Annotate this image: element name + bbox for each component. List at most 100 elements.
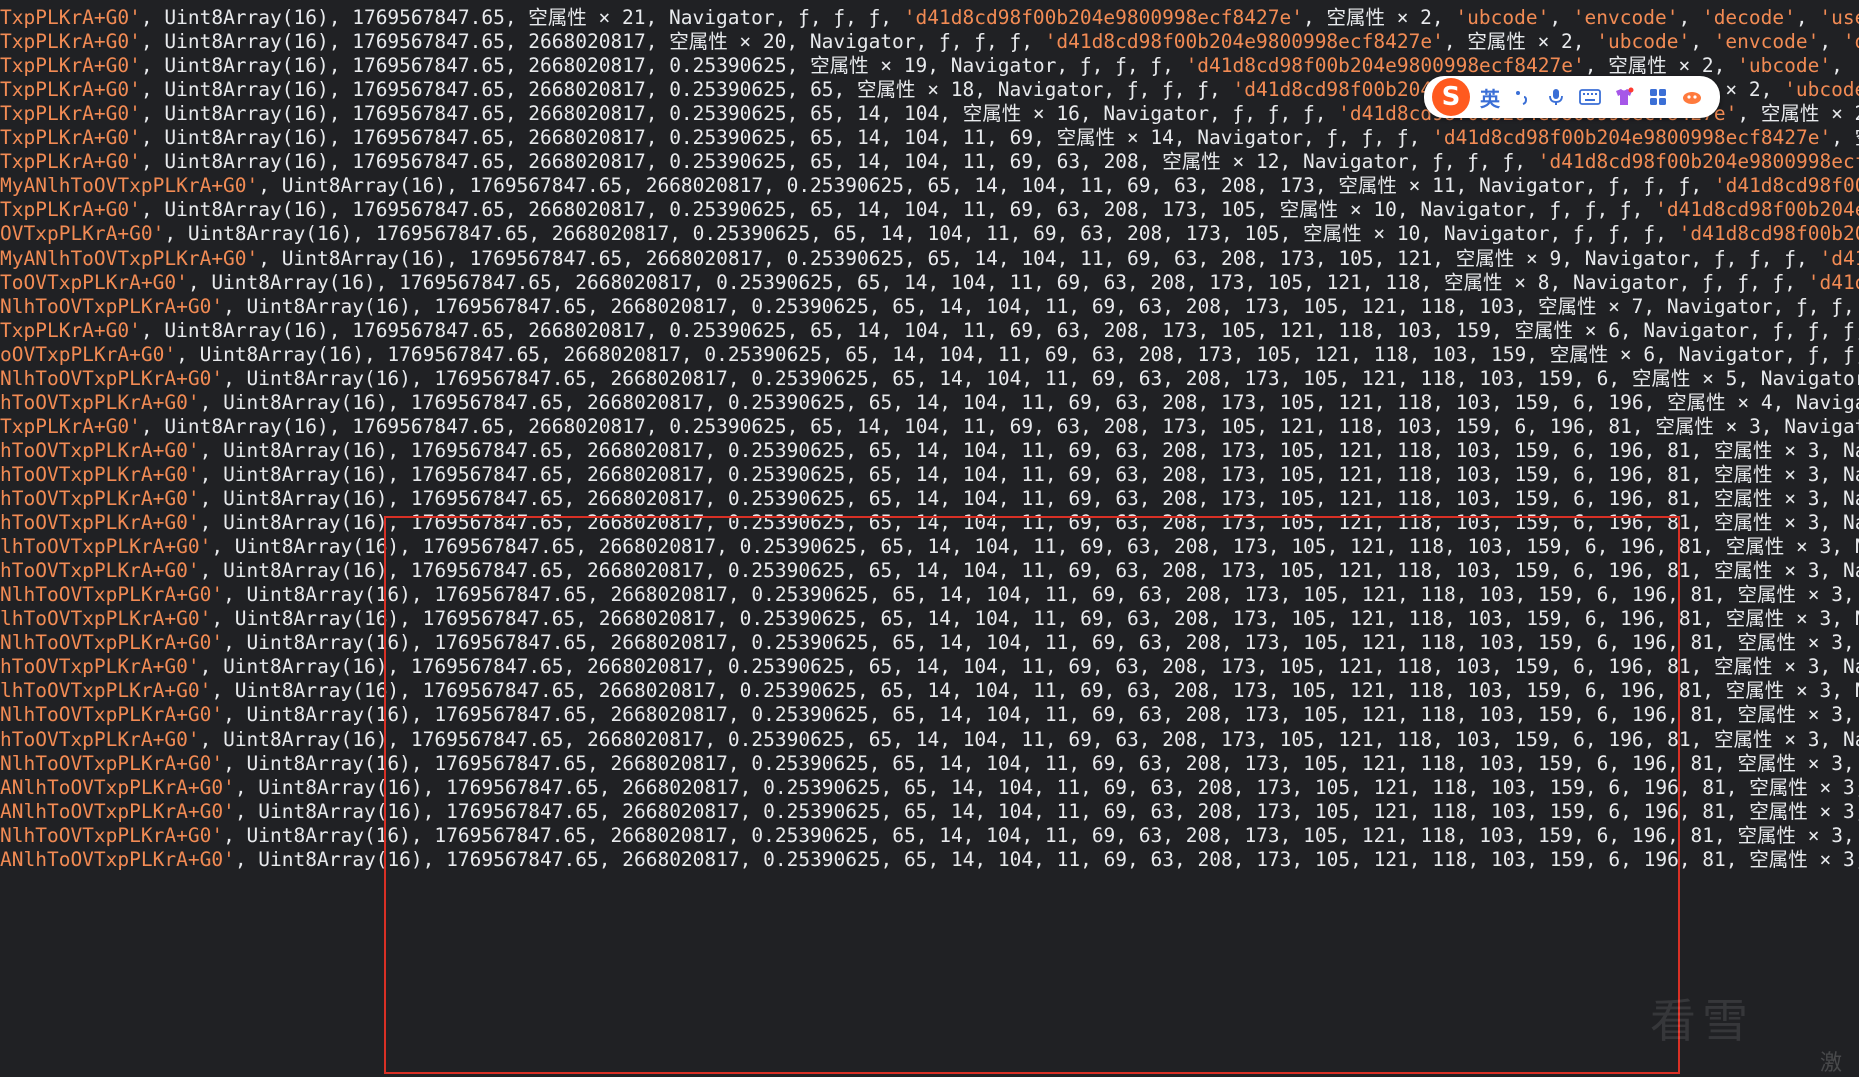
console-value-token: , — [1678, 6, 1702, 29]
console-string-token: 'e — [1855, 54, 1859, 77]
console-value-token: , Uint8Array(16), 1769567847.65, 2668020… — [199, 727, 1859, 751]
console-log-line[interactable]: OVTxpPLKrA+G0', Uint8Array(16), 17695678… — [0, 222, 1859, 246]
console-string-token: 'd41d8cd98f00b204e9800998ecf8427e' — [1432, 126, 1832, 150]
console-string-token: TxpPLKrA+G0' — [0, 414, 141, 438]
console-value-token: , 空属性 × 2, — [1584, 54, 1738, 78]
console-value-token: , Uint8Array(16), 1769567847.65, 2668020… — [140, 78, 1233, 102]
console-value-token: , — [1831, 54, 1855, 78]
console-value-token: , Uint8Array(16), 1769567847.65, 2668020… — [187, 270, 1808, 294]
console-string-token: MyANlhToOVTxpPLKrA+G0' — [0, 246, 259, 270]
console-log-line[interactable]: MyANlhToOVTxpPLKrA+G0', Uint8Array(16), … — [0, 174, 1859, 198]
console-log-line[interactable]: lhToOVTxpPLKrA+G0', Uint8Array(16), 1769… — [0, 535, 1859, 559]
sogou-logo-icon[interactable]: S — [1432, 78, 1470, 116]
console-string-token: 'd41d8cd98f00b2 — [1713, 174, 1859, 198]
watermark: 看雪 — [1650, 994, 1754, 1048]
console-value-token: , Uint8Array(16), 1769567847.65, 2668020… — [140, 150, 1538, 174]
ime-mode-toggle[interactable]: 英 — [1480, 83, 1500, 112]
console-string-token: ToOVTxpPLKrA+G0' — [0, 270, 188, 294]
console-string-token: TxpPLKrA+G0' — [0, 54, 141, 78]
console-string-token: ANlhToOVTxpPLKrA+G0' — [0, 847, 235, 871]
console-log-line[interactable]: NlhToOVTxpPLKrA+G0', Uint8Array(16), 176… — [0, 367, 1859, 391]
console-value-token: , Uint8Array(16), 1769567847.65, 2668020… — [258, 246, 1820, 270]
console-log-line[interactable]: lhToOVTxpPLKrA+G0', Uint8Array(16), 1769… — [0, 607, 1859, 631]
console-string-token: 'ubcode' — [1784, 78, 1859, 102]
console-log-line[interactable]: hToOVTxpPLKrA+G0', Uint8Array(16), 17695… — [0, 728, 1859, 752]
ime-toolbar[interactable]: S 英 — [1424, 76, 1720, 118]
console-string-token: 'd41d8cd98f00b204e98 — [1655, 198, 1859, 222]
console-value-token: , Uint8Array(16), 1769567847.65, 2668020… — [223, 631, 1859, 655]
console-value-token: , 空属性 × 2, — [1443, 30, 1597, 54]
console-log-line[interactable]: TxpPLKrA+G0', Uint8Array(16), 1769567847… — [0, 319, 1859, 343]
console-log-line[interactable]: NlhToOVTxpPLKrA+G0', Uint8Array(16), 176… — [0, 583, 1859, 607]
console-string-token: ANlhToOVTxpPLKrA+G0' — [0, 775, 235, 799]
console-log-line[interactable]: NlhToOVTxpPLKrA+G0', Uint8Array(16), 176… — [0, 824, 1859, 848]
console-value-token: , Uint8Array(16), 1769567847.65, 2668020… — [176, 342, 1859, 366]
console-log-line[interactable]: lhToOVTxpPLKrA+G0', Uint8Array(16), 1769… — [0, 679, 1859, 703]
apps-grid-icon[interactable] — [1646, 85, 1670, 109]
console-value-token: , Uint8Array(16), 1769567847.65, 2668020… — [199, 511, 1859, 535]
console-value-token: , Uint8Array(16), 1769567847.65, 2668020… — [140, 414, 1859, 438]
skin-icon[interactable] — [1612, 85, 1636, 109]
console-value-token: , Uint8Array(16), 1769567847.65, 2668020… — [234, 775, 1859, 799]
console-string-token: NlhToOVTxpPLKrA+G0' — [0, 631, 224, 655]
console-value-token: , Uint8Array(16), 1769567847.65, 2668020… — [211, 535, 1859, 559]
console-log-line[interactable]: MyANlhToOVTxpPLKrA+G0', Uint8Array(16), … — [0, 247, 1859, 271]
console-string-token: TxpPLKrA+G0' — [0, 102, 141, 126]
microphone-icon[interactable] — [1544, 85, 1568, 109]
keyboard-icon[interactable] — [1578, 85, 1602, 109]
console-value-token: , Uint8Array(16), 1769567847.65, 2668020… — [258, 174, 1714, 198]
console-value-token: , Uint8Array(16), 1769567847.65, 空属性 × 2… — [140, 6, 904, 29]
console-string-token: hToOVTxpPLKrA+G0' — [0, 511, 200, 535]
console-value-token: , Uint8Array(16), 1769567847.65, 2668020… — [223, 294, 1859, 318]
console-log-line[interactable]: TxpPLKrA+G0', Uint8Array(16), 1769567847… — [0, 54, 1859, 78]
toolbox-icon[interactable] — [1680, 85, 1704, 109]
console-string-token: 'envcode' — [1572, 6, 1679, 29]
console-log-line[interactable]: TxpPLKrA+G0', Uint8Array(16), 1769567847… — [0, 6, 1859, 30]
console-string-token: MyANlhToOVTxpPLKrA+G0' — [0, 174, 259, 198]
console-log-line[interactable]: NlhToOVTxpPLKrA+G0', Uint8Array(16), 176… — [0, 295, 1859, 319]
console-log-line[interactable]: ToOVTxpPLKrA+G0', Uint8Array(16), 176956… — [0, 271, 1859, 295]
console-log-line[interactable]: hToOVTxpPLKrA+G0', Uint8Array(16), 17695… — [0, 439, 1859, 463]
console-log-line[interactable]: ANlhToOVTxpPLKrA+G0', Uint8Array(16), 17… — [0, 848, 1859, 872]
console-string-token: hToOVTxpPLKrA+G0' — [0, 727, 200, 751]
console-log-line[interactable]: hToOVTxpPLKrA+G0', Uint8Array(16), 17695… — [0, 511, 1859, 535]
console-value-token: , Uint8Array(16), 1769567847.65, 2668020… — [223, 751, 1859, 775]
console-value-token: , Uint8Array(16), 1769567847.65, 2668020… — [199, 559, 1859, 583]
console-log-line[interactable]: ANlhToOVTxpPLKrA+G0', Uint8Array(16), 17… — [0, 776, 1859, 800]
console-string-token: hToOVTxpPLKrA+G0' — [0, 487, 200, 510]
punctuation-icon[interactable] — [1510, 85, 1534, 109]
console-log-line[interactable]: ANlhToOVTxpPLKrA+G0', Uint8Array(16), 17… — [0, 800, 1859, 824]
console-string-token: 'd41d8cd98f00b204e9800998ecf8427e' — [1044, 30, 1444, 54]
console-string-token: 'user — [1819, 6, 1859, 29]
console-value-token: , 空属 — [1831, 126, 1859, 150]
console-value-token: , Uint8Array(16), 1769567847.65, 2668020… — [211, 679, 1859, 703]
console-log-line[interactable]: oOVTxpPLKrA+G0', Uint8Array(16), 1769567… — [0, 343, 1859, 367]
console-log-line[interactable]: hToOVTxpPLKrA+G0', Uint8Array(16), 17695… — [0, 559, 1859, 583]
console-string-token: TxpPLKrA+G0' — [0, 6, 141, 29]
console-value-token: , 空属性 × 2, — [1737, 102, 1859, 126]
console-log-line[interactable]: TxpPLKrA+G0', Uint8Array(16), 1769567847… — [0, 415, 1859, 439]
console-string-token: 'ubcode' — [1737, 54, 1832, 78]
console-log-line[interactable]: hToOVTxpPLKrA+G0', Uint8Array(16), 17695… — [0, 463, 1859, 487]
console-value-token: , Uint8Array(16), 1769567847.65, 2668020… — [140, 54, 1186, 78]
console-log-line[interactable]: TxpPLKrA+G0', Uint8Array(16), 1769567847… — [0, 150, 1859, 174]
console-log-line[interactable]: hToOVTxpPLKrA+G0', Uint8Array(16), 17695… — [0, 391, 1859, 415]
console-value-token: , Uint8Array(16), 1769567847.65, 2668020… — [199, 462, 1859, 486]
console-log-line[interactable]: NlhToOVTxpPLKrA+G0', Uint8Array(16), 176… — [0, 631, 1859, 655]
console-log-line[interactable]: TxpPLKrA+G0', Uint8Array(16), 1769567847… — [0, 30, 1859, 54]
console-string-token: 'd41d8c — [1807, 270, 1859, 294]
watermark-sub: 激 — [1820, 1051, 1843, 1076]
console-string-token: OVTxpPLKrA+G0' — [0, 222, 165, 246]
console-value-token: , — [1795, 6, 1820, 29]
console-log-line[interactable]: TxpPLKrA+G0', Uint8Array(16), 1769567847… — [0, 198, 1859, 222]
console-string-token: 'd41d8cd98f00b204e9800998ecf8427e' — [903, 6, 1303, 29]
console-log-line[interactable]: NlhToOVTxpPLKrA+G0', Uint8Array(16), 176… — [0, 703, 1859, 727]
console-log-line[interactable]: hToOVTxpPLKrA+G0', Uint8Array(16), 17695… — [0, 487, 1859, 511]
console-log-line[interactable]: hToOVTxpPLKrA+G0', Uint8Array(16), 17695… — [0, 655, 1859, 679]
console-string-token: 'd41d8cd98f00b204e9800998ecf8427e' — [1185, 54, 1585, 78]
console-value-token: , Uint8Array(16), 1769567847.65, 2668020… — [140, 102, 1339, 126]
console-log-line[interactable]: TxpPLKrA+G0', Uint8Array(16), 1769567847… — [0, 126, 1859, 150]
console-string-token: TxpPLKrA+G0' — [0, 126, 141, 150]
console-value-token: , Uint8Array(16), 1769567847.65, 2668020… — [140, 318, 1859, 342]
console-log-line[interactable]: NlhToOVTxpPLKrA+G0', Uint8Array(16), 176… — [0, 752, 1859, 776]
